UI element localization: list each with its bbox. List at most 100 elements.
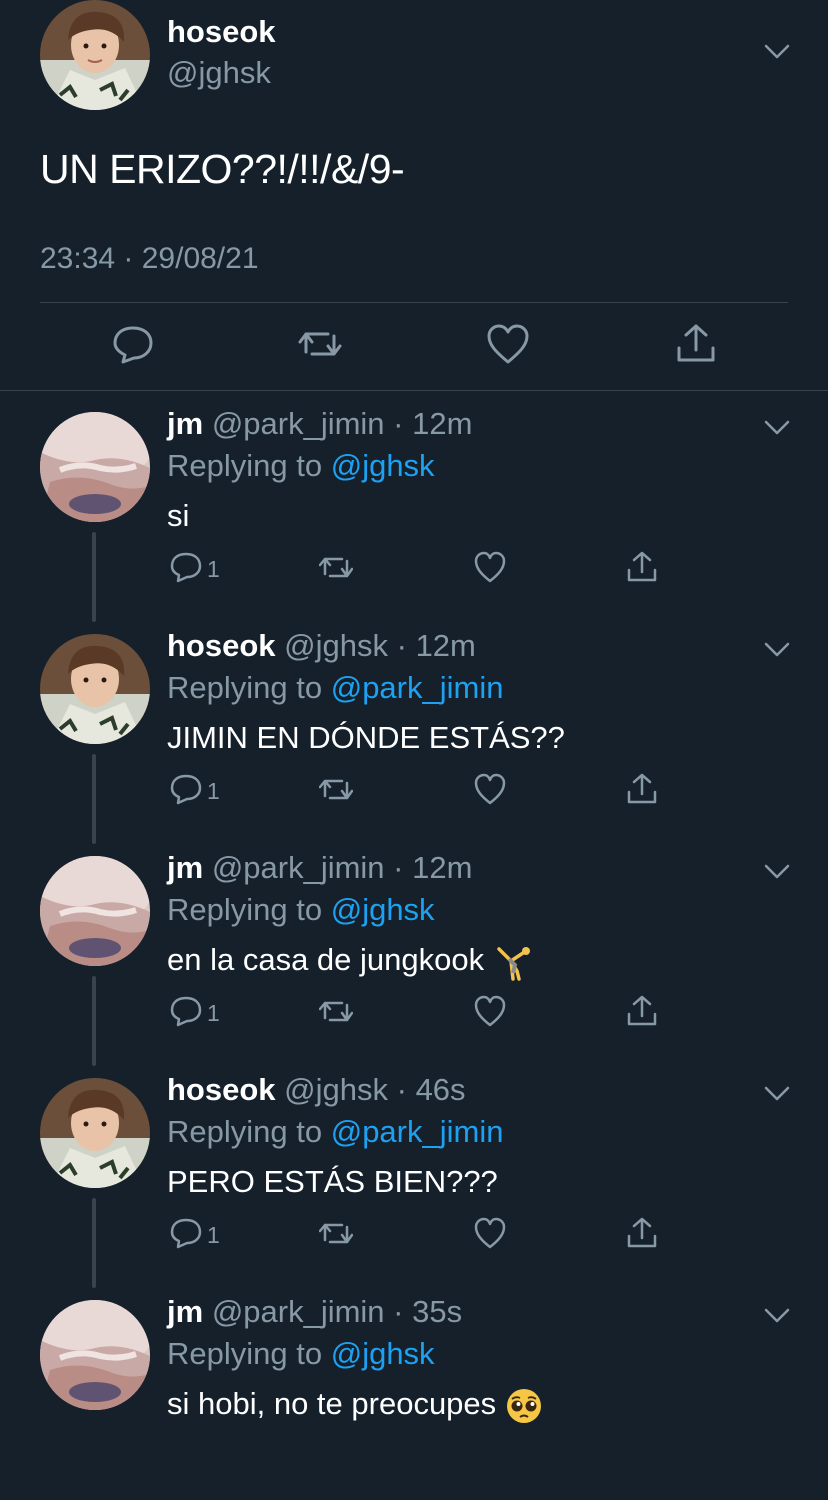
thread-line	[92, 1198, 96, 1288]
replying-to-link[interactable]: @jghsk	[331, 892, 435, 927]
share-icon[interactable]	[625, 772, 659, 806]
separator-dot: ·	[388, 628, 416, 663]
tweet-text-content: JIMIN EN DÓNDE ESTÁS??	[167, 720, 565, 755]
retweet-icon[interactable]	[319, 772, 353, 806]
handle[interactable]: @jghsk	[167, 55, 271, 91]
reply-icon[interactable]	[169, 550, 203, 584]
tweet-text-content: en la casa de jungkook	[167, 942, 485, 977]
avatar[interactable]	[40, 1078, 150, 1188]
display-name[interactable]: hoseok	[167, 14, 276, 50]
reply-tweet[interactable]: jm @park_jimin · 12m Replying to @jghsk …	[0, 834, 828, 1066]
replying-to-link[interactable]: @park_jimin	[331, 1114, 504, 1149]
replying-prefix: Replying to	[167, 1114, 331, 1149]
tweet-text: UN ERIZO??!/!!/&/9-	[40, 146, 405, 192]
display-name[interactable]: jm	[167, 1294, 203, 1329]
main-tweet: hoseok @jghsk UN ERIZO??!/!!/&/9- 23:34 …	[0, 0, 828, 391]
tweet-age[interactable]: 12m	[416, 628, 476, 663]
replying-to-link[interactable]: @jghsk	[331, 448, 435, 483]
tweet-actions: 1	[167, 772, 707, 812]
reply-icon[interactable]	[111, 322, 155, 366]
handle[interactable]: @park_jimin	[212, 406, 385, 441]
handle[interactable]: @jghsk	[284, 628, 388, 663]
display-name[interactable]: hoseok	[167, 1072, 276, 1107]
separator-dot: ·	[384, 850, 413, 885]
retweet-icon[interactable]	[298, 322, 342, 366]
replying-to: Replying to @park_jimin	[167, 670, 503, 706]
like-icon[interactable]	[473, 772, 507, 806]
tweet-timestamp[interactable]: 23:34 · 29/08/21	[40, 242, 259, 276]
cartwheel-emoji	[493, 942, 531, 981]
replying-prefix: Replying to	[167, 670, 331, 705]
reply-icon[interactable]	[169, 994, 203, 1028]
display-name[interactable]: hoseok	[167, 628, 276, 663]
share-icon[interactable]	[674, 322, 718, 366]
reply-tweet[interactable]: hoseok @jghsk · 46s Replying to @park_ji…	[0, 1056, 828, 1288]
reply-tweet[interactable]: jm @park_jimin · 12m Replying to @jghsk …	[0, 390, 828, 622]
like-icon[interactable]	[473, 550, 507, 584]
replying-to: Replying to @jghsk	[167, 892, 435, 928]
share-icon[interactable]	[625, 550, 659, 584]
display-name[interactable]: jm	[167, 406, 203, 441]
chevron-down-icon[interactable]	[764, 420, 790, 436]
reply-tweet[interactable]: jm @park_jimin · 35s Replying to @jghsk …	[0, 1278, 828, 1500]
display-name[interactable]: jm	[167, 850, 203, 885]
tweet-text: si	[167, 498, 189, 534]
chevron-down-icon[interactable]	[764, 864, 790, 880]
like-icon[interactable]	[473, 994, 507, 1028]
tweet-age[interactable]: 12m	[412, 850, 472, 885]
replying-prefix: Replying to	[167, 892, 331, 927]
tweet-actions: 1	[167, 1216, 707, 1256]
retweet-icon[interactable]	[319, 1216, 353, 1250]
tweet-text-content: PERO ESTÁS BIEN???	[167, 1164, 498, 1199]
share-icon[interactable]	[625, 1216, 659, 1250]
tweet-header: hoseok @jghsk · 12m	[167, 628, 476, 664]
reply-icon[interactable]	[169, 1216, 203, 1250]
like-icon[interactable]	[473, 1216, 507, 1250]
thread-line	[92, 976, 96, 1066]
tweet-age[interactable]: 46s	[416, 1072, 466, 1107]
reply-count: 1	[207, 556, 220, 582]
chevron-down-icon[interactable]	[764, 1086, 790, 1102]
reply-count: 1	[207, 1000, 220, 1026]
retweet-icon[interactable]	[319, 994, 353, 1028]
separator-dot: ·	[384, 406, 413, 441]
chevron-down-icon[interactable]	[764, 1308, 790, 1324]
tweet-age[interactable]: 35s	[412, 1294, 462, 1329]
handle[interactable]: @park_jimin	[212, 850, 385, 885]
thread-line	[92, 532, 96, 622]
separator-dot: ·	[384, 1294, 413, 1329]
replying-to-link[interactable]: @park_jimin	[331, 670, 504, 705]
avatar[interactable]	[40, 412, 150, 522]
pleading-face-emoji	[505, 1386, 543, 1423]
replying-prefix: Replying to	[167, 1336, 331, 1371]
separator-dot: ·	[388, 1072, 416, 1107]
thread-line	[92, 754, 96, 844]
chevron-down-icon[interactable]	[764, 642, 790, 658]
tweet-text: PERO ESTÁS BIEN???	[167, 1164, 498, 1200]
tweet-actions	[0, 322, 828, 372]
handle[interactable]: @jghsk	[284, 1072, 388, 1107]
like-icon[interactable]	[486, 322, 530, 366]
avatar[interactable]	[40, 634, 150, 744]
tweet-header: jm @park_jimin · 12m	[167, 850, 472, 886]
tweet-actions: 1	[167, 550, 707, 590]
avatar[interactable]	[40, 1300, 150, 1410]
tweet-text-content: si	[167, 498, 190, 533]
tweet-actions: 1	[167, 994, 707, 1034]
tweet-text: si hobi, no te preocupes	[167, 1386, 543, 1425]
chevron-down-icon[interactable]	[764, 44, 790, 60]
replying-to: Replying to @park_jimin	[167, 1114, 503, 1150]
replying-to-link[interactable]: @jghsk	[331, 1336, 435, 1371]
reply-icon[interactable]	[169, 772, 203, 806]
tweet-header: jm @park_jimin · 12m	[167, 406, 472, 442]
share-icon[interactable]	[625, 994, 659, 1028]
replying-to: Replying to @jghsk	[167, 1336, 435, 1372]
tweet-age[interactable]: 12m	[412, 406, 472, 441]
reply-tweet[interactable]: hoseok @jghsk · 12m Replying to @park_ji…	[0, 612, 828, 844]
avatar[interactable]	[40, 0, 150, 110]
handle[interactable]: @park_jimin	[212, 1294, 385, 1329]
retweet-icon[interactable]	[319, 550, 353, 584]
replying-prefix: Replying to	[167, 448, 331, 483]
avatar[interactable]	[40, 856, 150, 966]
tweet-header: jm @park_jimin · 35s	[167, 1294, 462, 1330]
